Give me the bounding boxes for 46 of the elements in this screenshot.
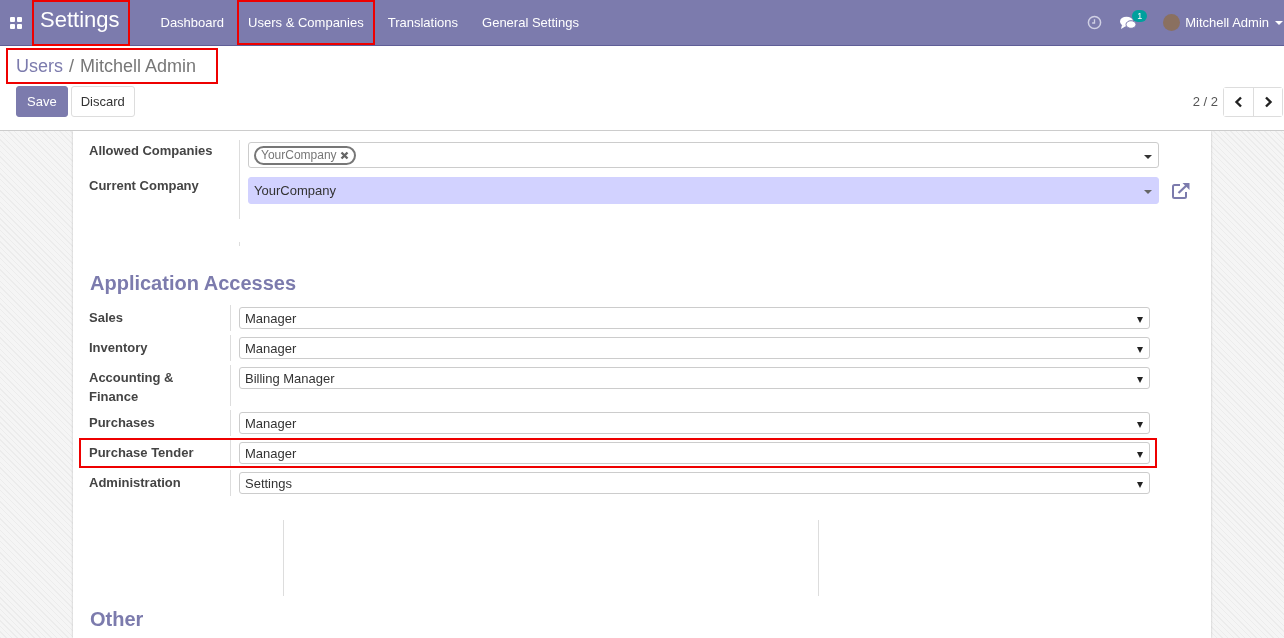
caret-icon[interactable] bbox=[1137, 481, 1143, 488]
app-title: Settings bbox=[32, 0, 130, 46]
field-label: Purchase Tender bbox=[89, 444, 195, 462]
discard-button[interactable]: Discard bbox=[70, 86, 135, 117]
breadcrumb-link[interactable]: Users bbox=[16, 56, 63, 77]
menu-item[interactable]: General Settings bbox=[471, 0, 590, 45]
save-button[interactable]: Save bbox=[16, 86, 68, 117]
section-heading: Other bbox=[90, 608, 145, 631]
field-label: Administration bbox=[89, 474, 182, 492]
menu-item[interactable]: Users & Companies bbox=[237, 0, 375, 45]
chevron-right-icon[interactable] bbox=[1263, 95, 1273, 108]
field-label: Allowed Companies bbox=[89, 143, 214, 158]
menu-item[interactable]: Dashboard bbox=[149, 0, 236, 45]
caret-icon[interactable] bbox=[1137, 451, 1143, 458]
field-label: Purchases bbox=[89, 414, 156, 432]
access-level-select[interactable]: Settings bbox=[239, 472, 1150, 494]
company-tag: YourCompany bbox=[254, 145, 356, 165]
pager-counter: 2 / 2 bbox=[1192, 94, 1218, 109]
external-link-icon[interactable] bbox=[1171, 181, 1191, 200]
field-label: Current Company bbox=[89, 178, 200, 193]
caret-icon[interactable] bbox=[1137, 421, 1143, 428]
allowed-companies-field[interactable]: YourCompany bbox=[248, 142, 1159, 168]
apps-grid-icon[interactable] bbox=[10, 16, 22, 29]
access-level-select[interactable]: Manager bbox=[239, 307, 1150, 329]
chevron-left-icon[interactable] bbox=[1233, 95, 1244, 108]
caret-icon[interactable] bbox=[1137, 346, 1143, 353]
message-count-badge: 1 bbox=[1132, 9, 1148, 22]
current-company-field[interactable]: YourCompany bbox=[248, 177, 1159, 204]
access-level-select[interactable]: Manager bbox=[239, 442, 1150, 464]
breadcrumb-separator: / bbox=[69, 56, 75, 77]
caret-icon[interactable] bbox=[1144, 154, 1152, 159]
access-level-select[interactable]: Billing Manager bbox=[239, 367, 1150, 389]
caret-icon[interactable] bbox=[1137, 376, 1143, 383]
field-label: Sales bbox=[89, 309, 124, 327]
clock-icon[interactable] bbox=[1087, 15, 1103, 30]
menu-item[interactable]: Translations bbox=[376, 0, 470, 45]
section-heading: Application Accesses bbox=[90, 272, 297, 295]
next-button[interactable] bbox=[1253, 87, 1282, 116]
remove-icon[interactable] bbox=[339, 150, 349, 160]
access-level-select[interactable]: Manager bbox=[239, 337, 1150, 359]
caret-icon[interactable] bbox=[1137, 316, 1143, 323]
breadcrumb-current: Mitchell Admin bbox=[80, 56, 197, 77]
user-menu[interactable]: Mitchell Admin bbox=[1185, 15, 1269, 30]
access-level-select[interactable]: Manager bbox=[239, 412, 1150, 434]
field-label: Inventory bbox=[89, 339, 149, 357]
field-label: Accounting & Finance bbox=[89, 369, 175, 406]
